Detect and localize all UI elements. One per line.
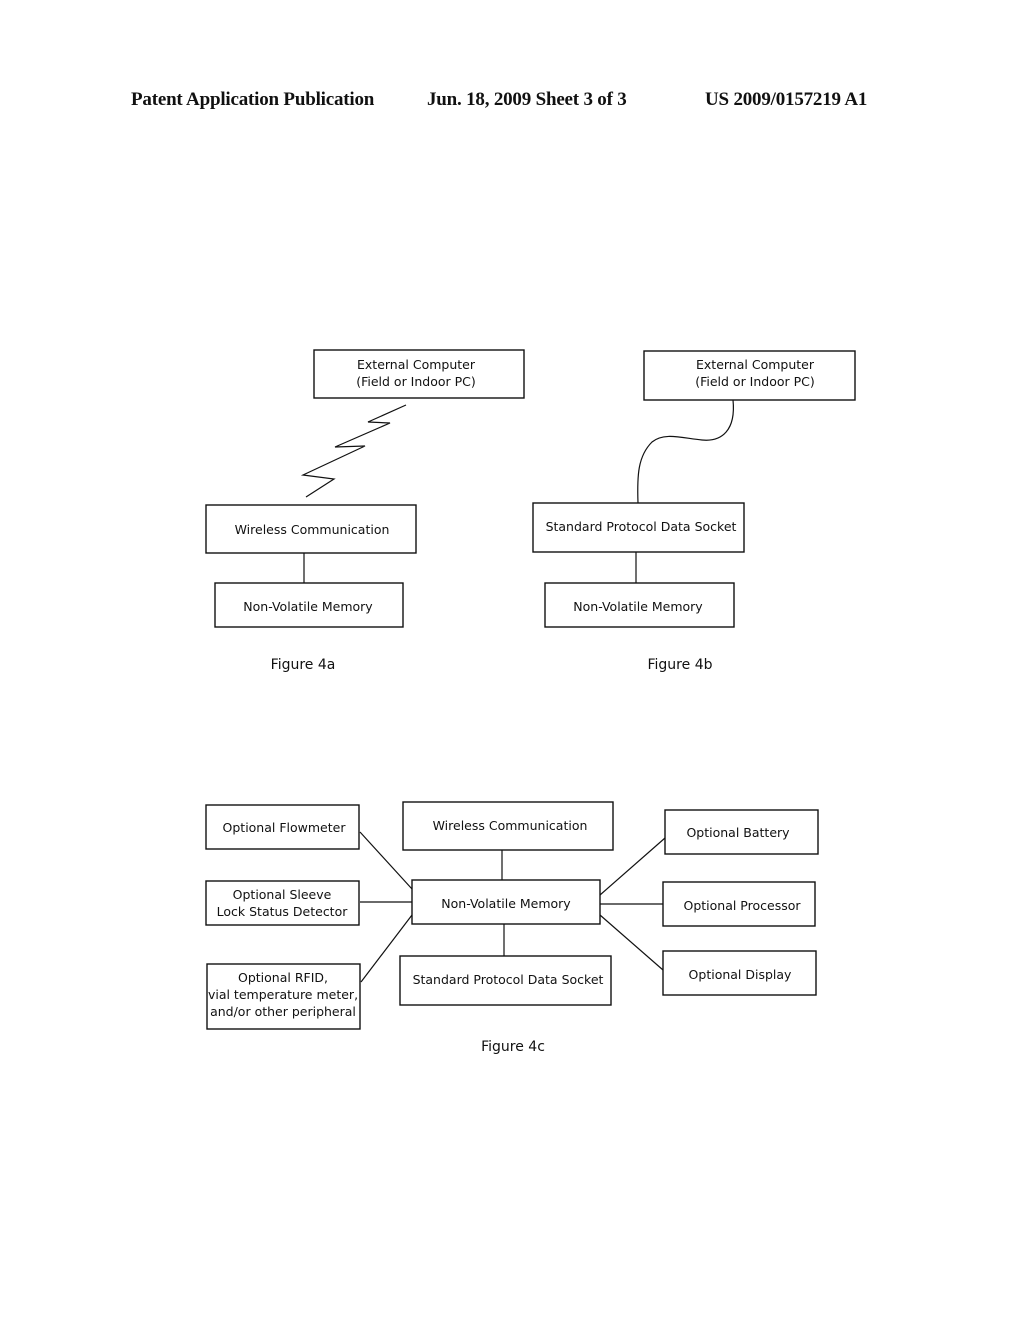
fig4c-socket-label: Standard Protocol Data Socket — [413, 972, 604, 987]
fig4a-wireless-link-icon — [300, 404, 407, 498]
fig4a-external-computer-line2: (Field or Indoor PC) — [356, 374, 476, 389]
fig4c-flowmeter-box: Optional Flowmeter — [205, 804, 360, 850]
fig4c-memory-label: Non-Volatile Memory — [441, 896, 571, 911]
fig4c-caption: Figure 4c — [481, 1039, 545, 1055]
fig4c-sleeve-box: Optional Sleeve Lock Status Detector — [205, 880, 360, 926]
fig4b-external-computer-line2: (Field or Indoor PC) — [695, 374, 815, 389]
fig4b-socket-box: Standard Protocol Data Socket — [532, 502, 745, 553]
figures-canvas: External Computer (Field or Indoor PC) W… — [205, 349, 856, 1055]
fig4a-wireless-box: Wireless Communication — [205, 504, 417, 554]
fig4b-memory-box: Non-Volatile Memory — [544, 582, 735, 628]
fig4a-external-computer-box: External Computer (Field or Indoor PC) — [313, 349, 525, 399]
fig4c-sleeve-line2: Lock Status Detector — [217, 904, 349, 919]
fig4b-external-computer-box: External Computer (Field or Indoor PC) — [643, 350, 856, 401]
fig4c-sleeve-line1: Optional Sleeve — [233, 887, 332, 902]
fig4c-memory-box: Non-Volatile Memory — [411, 879, 601, 925]
figure-4b: External Computer (Field or Indoor PC) S… — [532, 350, 856, 673]
fig4c-wireless-box: Wireless Communication — [402, 801, 614, 851]
fig4c-processor-label: Optional Processor — [683, 898, 801, 913]
fig4a-external-computer-line1: External Computer — [357, 357, 476, 372]
fig4c-socket-box: Standard Protocol Data Socket — [399, 955, 612, 1006]
figure-4a: External Computer (Field or Indoor PC) W… — [205, 349, 525, 673]
fig4a-memory-label: Non-Volatile Memory — [243, 599, 373, 614]
fig4c-battery-box: Optional Battery — [664, 809, 819, 855]
fig4a-memory-box: Non-Volatile Memory — [214, 582, 404, 628]
fig4c-display-box: Optional Display — [662, 950, 817, 996]
fig4b-caption: Figure 4b — [648, 657, 713, 673]
fig4c-rfid-box: Optional RFID, vial temperature meter, a… — [206, 963, 361, 1030]
fig4a-wireless-label: Wireless Communication — [235, 522, 390, 537]
fig4c-wireless-label: Wireless Communication — [433, 818, 588, 833]
fig4a-caption: Figure 4a — [271, 657, 336, 673]
fig4b-external-computer-line1: External Computer — [696, 357, 815, 372]
fig4b-socket-label: Standard Protocol Data Socket — [546, 519, 737, 534]
fig4c-rfid-line1: Optional RFID, — [238, 970, 328, 985]
fig4c-rfid-line2: vial temperature meter, — [208, 987, 358, 1002]
fig4b-cable-link — [637, 399, 734, 504]
fig4c-display-label: Optional Display — [689, 967, 793, 982]
fig4c-rfid-line3: and/or other peripheral — [210, 1004, 356, 1019]
fig4c-flowmeter-label: Optional Flowmeter — [223, 820, 347, 835]
figure-4c: Optional Flowmeter Wireless Communicatio… — [205, 801, 819, 1055]
fig4c-battery-label: Optional Battery — [686, 825, 790, 840]
fig4c-processor-box: Optional Processor — [662, 881, 816, 927]
fig4b-memory-label: Non-Volatile Memory — [573, 599, 703, 614]
